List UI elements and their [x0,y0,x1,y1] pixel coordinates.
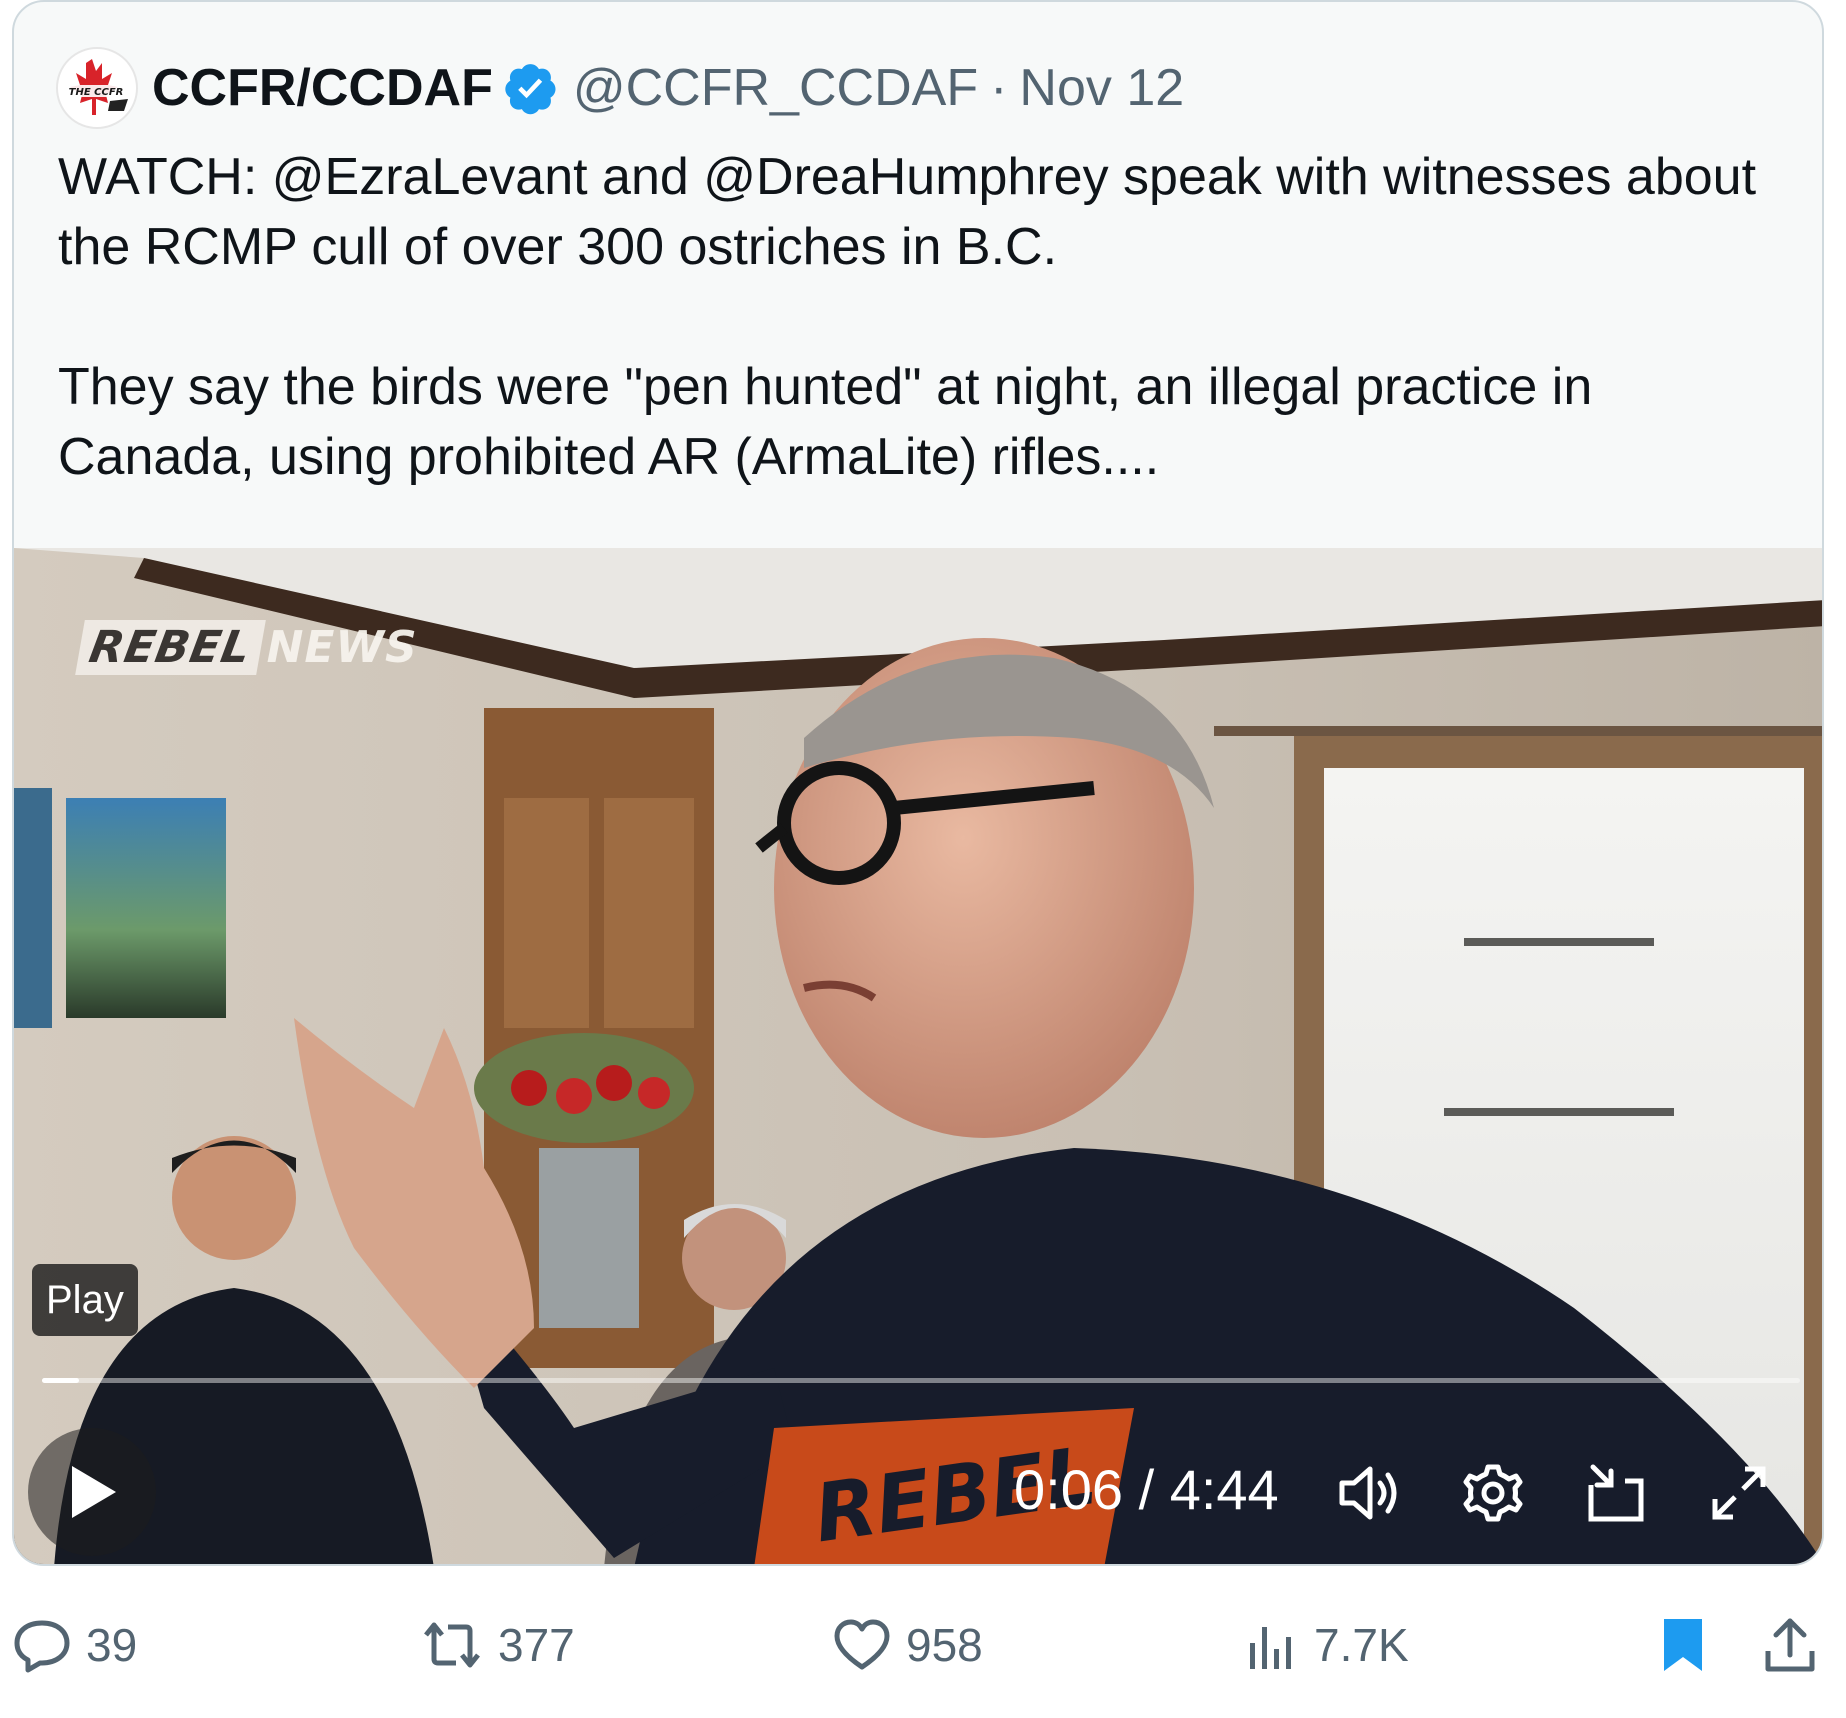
analytics-icon [1250,1627,1291,1669]
fullscreen-icon [1712,1466,1766,1520]
avatar[interactable]: THE CCFR [56,47,138,129]
video-time: 0:06 / 4:44 [1014,1450,1279,1530]
quoted-tweet-header: THE CCFR CCFR/CCDAF @CCFR_CCDAF · Nov 12 [56,47,1184,129]
video-duration: 4:44 [1169,1458,1279,1521]
video-player[interactable]: REBEL REBEL NEWS Play 0:06 / 4:44 [14,548,1822,1564]
bookmark-button[interactable] [1658,1600,1708,1690]
views-button[interactable]: 7.7K [1244,1600,1409,1690]
video-progress-fill [42,1378,79,1383]
handle[interactable]: @CCFR_CCDAF [573,58,978,118]
settings-button[interactable] [1458,1458,1528,1528]
play-button[interactable] [28,1428,156,1556]
fullscreen-button[interactable] [1704,1458,1774,1528]
bookmark-icon [1664,1619,1702,1671]
separator-dot: · [990,59,1008,117]
watermark-rebel: REBEL [75,619,266,675]
rebel-news-watermark: REBEL NEWS [75,618,418,676]
time-separator: / [1138,1458,1155,1521]
current-time: 0:06 [1014,1458,1123,1521]
like-count: 958 [906,1619,983,1671]
reply-icon [14,1620,70,1673]
verified-badge-icon [505,64,556,115]
view-count: 7.7K [1314,1619,1409,1671]
heart-icon [834,1619,890,1670]
repost-icon [424,1622,480,1668]
volume-icon [1339,1466,1397,1520]
play-icon [72,1466,116,1518]
quoted-tweet-card[interactable]: THE CCFR CCFR/CCDAF @CCFR_CCDAF · Nov 12… [12,0,1824,1566]
tweet-text: WATCH: @EzraLevant and @DreaHumphrey spe… [58,148,1757,486]
avatar-text: THE CCFR [69,87,124,98]
repost-button[interactable]: 377 [420,1600,575,1690]
tweet-date[interactable]: Nov 12 [1019,58,1184,118]
reply-button[interactable]: 39 [12,1600,137,1690]
watermark-news: NEWS [266,621,418,673]
video-frame: REBEL [14,548,1822,1564]
repost-count: 377 [498,1619,575,1671]
volume-button[interactable] [1334,1458,1404,1528]
video-progress-bar[interactable] [42,1378,1800,1383]
reply-count: 39 [86,1619,138,1671]
share-icon [1765,1618,1815,1672]
picture-in-picture-button[interactable] [1582,1458,1652,1528]
ccfr-logo-icon: THE CCFR [66,59,128,115]
play-tooltip: Play [32,1264,138,1336]
display-name[interactable]: CCFR/CCDAF [152,58,493,118]
tweet-action-bar: 39 377 958 7.7K [0,1600,1846,1690]
picture-in-picture-icon [1588,1464,1644,1522]
share-button[interactable] [1762,1600,1818,1690]
settings-icon [1463,1464,1523,1522]
like-button[interactable]: 958 [832,1600,983,1690]
